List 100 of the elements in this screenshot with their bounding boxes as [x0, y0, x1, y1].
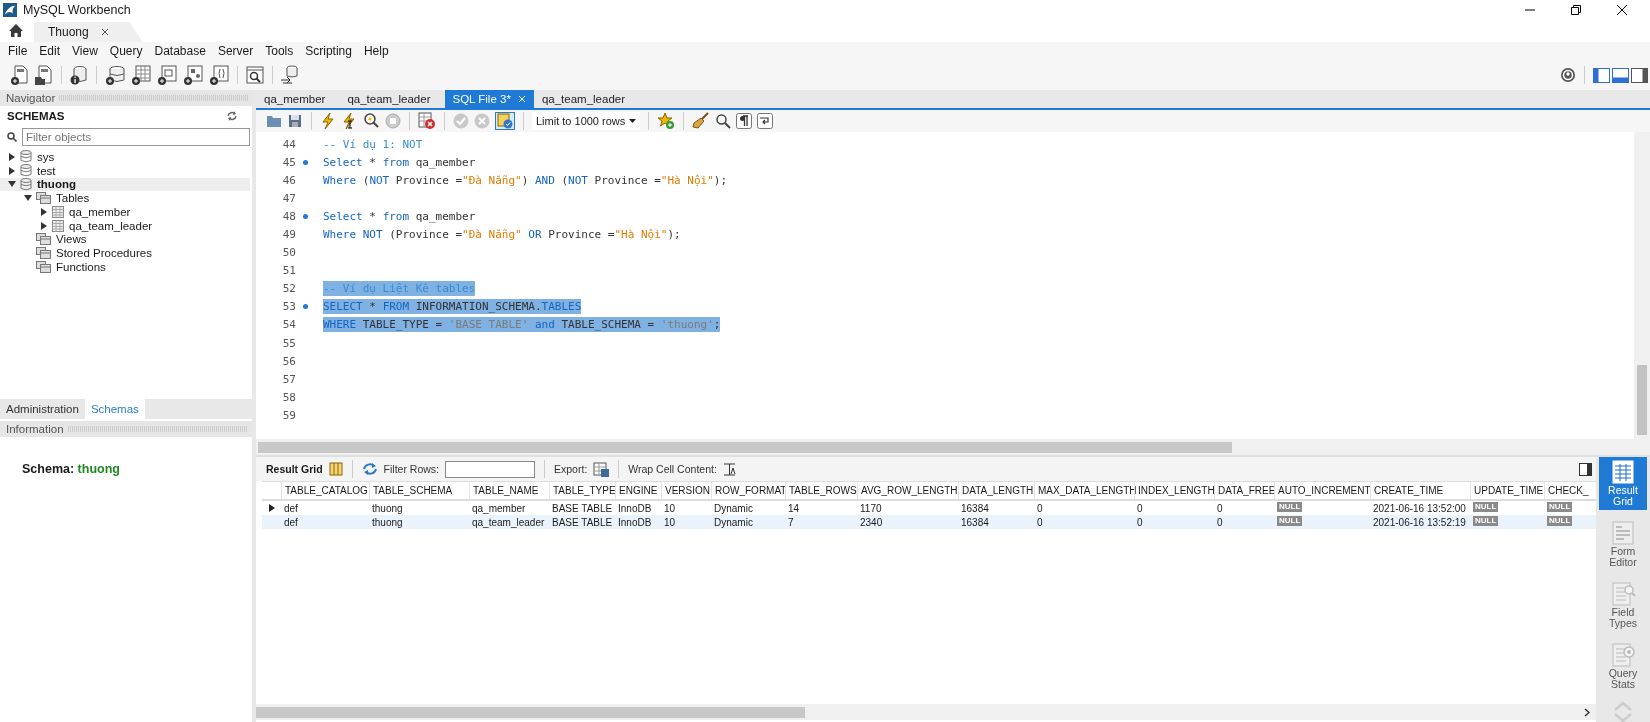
- column-header[interactable]: DATA_LENGTH: [958, 482, 1034, 499]
- editor-tab[interactable]: qa_team_leader: [339, 90, 445, 108]
- limit-dropdown[interactable]: Limit to 1000 rows: [532, 112, 640, 130]
- line-number: 44: [281, 137, 296, 151]
- panel-title: Information: [6, 423, 64, 435]
- line-number: 57: [281, 372, 296, 386]
- tree-item[interactable]: Views: [56, 233, 87, 246]
- column-header[interactable]: ROW_FORMAT: [711, 482, 785, 499]
- table-cell: thuong: [372, 516, 403, 528]
- menu-item[interactable]: Scripting: [299, 44, 358, 58]
- table-cell: 0: [1217, 502, 1223, 514]
- panel-tab[interactable]: Administration: [0, 399, 85, 419]
- editor-tab[interactable]: qa_member: [256, 90, 340, 108]
- panel-title: Navigator: [6, 92, 56, 104]
- side-tab[interactable]: Query Stats: [1599, 640, 1647, 693]
- table-cell: 0: [1037, 502, 1043, 514]
- side-tab[interactable]: Result Grid: [1599, 457, 1647, 510]
- window-title: MySQL Workbench: [23, 3, 131, 17]
- menu-item[interactable]: Query: [103, 44, 149, 58]
- table-cell: 10: [664, 502, 676, 514]
- column-header[interactable]: DATA_FREE: [1214, 482, 1274, 499]
- menu-item[interactable]: Database: [148, 44, 212, 58]
- tree-item[interactable]: Tables: [56, 192, 90, 205]
- tree-row[interactable]: sys: [0, 150, 250, 164]
- table-cell: Dynamic: [714, 502, 753, 514]
- table-cell: 1170: [860, 502, 882, 514]
- table-cell: 0: [1137, 502, 1143, 514]
- table-cell: BASE TABLE: [552, 502, 613, 514]
- export-label: Export:: [554, 463, 588, 475]
- section-title: SCHEMAS: [7, 110, 65, 122]
- line-number: 58: [281, 390, 296, 404]
- column-header[interactable]: TABLE_NAME: [469, 482, 549, 499]
- table-cell: 0: [1037, 516, 1043, 528]
- code-line: Select * from qa_member: [323, 154, 476, 170]
- tree-item[interactable]: Stored Procedures: [56, 247, 152, 260]
- column-header[interactable]: ENGINE: [615, 482, 661, 499]
- table-cell: 0: [1217, 516, 1223, 528]
- result-grid-label: Result Grid: [266, 463, 323, 475]
- menu-item[interactable]: Server: [211, 44, 260, 58]
- tree-item[interactable]: Functions: [56, 260, 106, 273]
- table-cell: thuong: [372, 502, 403, 514]
- line-number: 51: [281, 264, 296, 278]
- table-cell: 16384: [961, 516, 989, 528]
- null-badge: NULL: [1277, 516, 1303, 526]
- line-number: 45: [281, 155, 296, 169]
- schema-info: Schema: thuong: [22, 462, 120, 476]
- code-line: Select * from qa_member: [323, 208, 476, 224]
- table-cell: InnoDB: [618, 516, 652, 528]
- column-header[interactable]: TABLE_CATALOG: [281, 482, 369, 499]
- null-badge: NULL: [1473, 516, 1499, 526]
- line-number: 46: [281, 173, 296, 187]
- side-tab[interactable]: Field Types: [1599, 579, 1647, 632]
- table-cell: 0: [1137, 516, 1143, 528]
- menu-item[interactable]: Help: [357, 44, 395, 58]
- null-badge: NULL: [1547, 502, 1573, 512]
- menu-item[interactable]: View: [66, 44, 104, 58]
- column-header[interactable]: UPDATE_TIME: [1470, 482, 1544, 499]
- table-cell: 2340: [860, 516, 883, 528]
- menu-item[interactable]: File: [2, 44, 34, 58]
- null-badge: NULL: [1277, 502, 1303, 512]
- line-number: 48: [281, 209, 296, 223]
- table-cell: 2021-06-16 13:52:19: [1373, 516, 1466, 528]
- filter-field[interactable]: Filter objects: [22, 128, 250, 146]
- table-cell: Dynamic: [714, 516, 753, 528]
- code-line: -- Ví dụ 1: NOT: [323, 136, 423, 152]
- side-tab[interactable]: Form Editor: [1599, 518, 1647, 571]
- table-cell: def: [284, 502, 298, 514]
- tree-item[interactable]: qa_team_leader: [69, 219, 153, 232]
- line-number: 52: [281, 282, 296, 296]
- tree-item[interactable]: qa_member: [69, 205, 131, 218]
- column-header[interactable]: VERSION: [661, 482, 711, 499]
- column-header[interactable]: AVG_ROW_LENGTH: [857, 482, 958, 499]
- menu-item[interactable]: Tools: [259, 44, 300, 58]
- table-cell: def: [284, 516, 298, 528]
- column-header[interactable]: MAX_DATA_LENGTH: [1034, 482, 1134, 499]
- table-cell: 16384: [961, 502, 989, 514]
- code-line: Where (NOT Province ="Đà Nẵng") AND (NOT Province ="Hà Nội");: [323, 172, 728, 188]
- column-header[interactable]: CREATE_TIME: [1370, 482, 1470, 499]
- editor-tab[interactable]: qa_team_leader: [533, 90, 639, 108]
- table-cell: 14: [788, 502, 800, 514]
- editor-tab[interactable]: SQL File 3*: [444, 90, 534, 108]
- connection-tab[interactable]: Thuong: [34, 22, 143, 42]
- column-header[interactable]: TABLE_ROWS: [785, 482, 857, 499]
- tree-row[interactable]: test: [0, 163, 250, 178]
- filter-rows-label: Filter Rows:: [383, 463, 440, 475]
- schema-name: sys: [37, 150, 55, 163]
- tree-row[interactable]: thuong: [0, 177, 250, 192]
- column-header[interactable]: INDEX_LENGTH: [1134, 482, 1214, 499]
- table-cell: qa_team_leader: [472, 516, 545, 528]
- null-badge: NULL: [1547, 516, 1573, 526]
- column-header[interactable]: TABLE_SCHEMA: [369, 482, 469, 499]
- column-header[interactable]: TABLE_TYPE: [549, 482, 615, 499]
- schema-name: thuong: [37, 178, 76, 191]
- menu-item[interactable]: Edit: [33, 44, 67, 58]
- line-number: 53: [281, 300, 296, 314]
- column-header[interactable]: AUTO_INCREMENT: [1274, 482, 1370, 499]
- table-cell: 10: [664, 516, 676, 528]
- panel-tab[interactable]: Schemas: [84, 399, 145, 419]
- line-number: 56: [281, 354, 296, 368]
- null-badge: NULL: [1473, 502, 1499, 512]
